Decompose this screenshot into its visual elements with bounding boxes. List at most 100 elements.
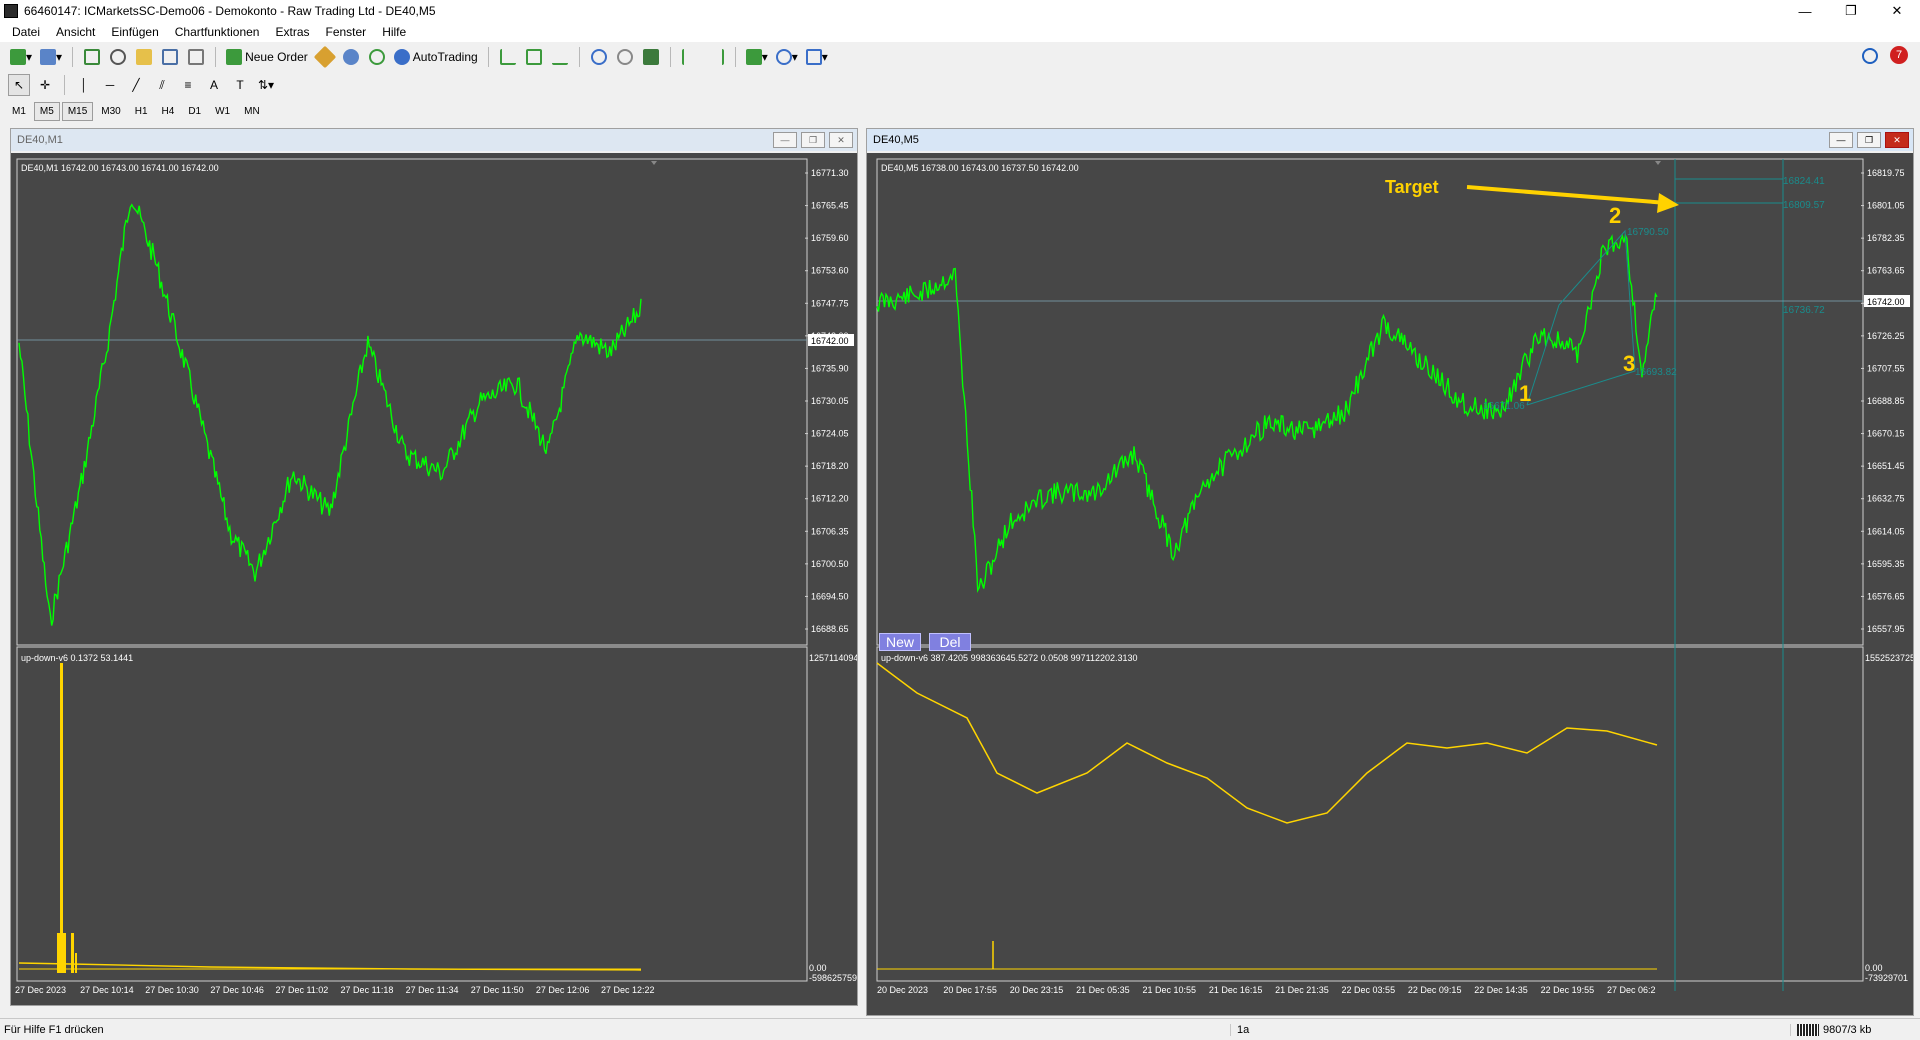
- new-chart-button[interactable]: ▾: [8, 46, 34, 68]
- menu-datei[interactable]: Datei: [4, 25, 48, 39]
- maximize-button[interactable]: ❐: [1828, 0, 1874, 22]
- status-bar: Für Hilfe F1 drücken 1a 9807/3 kb: [0, 1018, 1920, 1040]
- tf-m30[interactable]: M30: [95, 102, 126, 121]
- menu-ansicht[interactable]: Ansicht: [48, 25, 103, 39]
- text-label-tool[interactable]: T: [229, 74, 251, 96]
- tf-h1[interactable]: H1: [129, 102, 154, 121]
- status-help: Für Hilfe F1 drücken: [4, 1023, 104, 1036]
- app-icon: [4, 4, 18, 18]
- metaeditor-button[interactable]: [313, 45, 337, 69]
- time-label: 27 Dec 12:06: [536, 985, 590, 995]
- chart-canvas[interactable]: DE40,M1 16742.00 16743.00 16741.00 16742…: [11, 153, 857, 1005]
- minimize-button[interactable]: —: [773, 132, 797, 148]
- tf-w1[interactable]: W1: [209, 102, 236, 121]
- indicator-header: up-down-v6 0.1372 53.1441: [21, 653, 133, 663]
- price-tick: 16726.25: [1867, 331, 1905, 341]
- fibonacci-tool[interactable]: ≡: [177, 74, 199, 96]
- maximize-button[interactable]: ❐: [1857, 132, 1881, 148]
- crosshair-tool[interactable]: ✛: [34, 74, 56, 96]
- cursor-tool[interactable]: ↖: [8, 74, 30, 96]
- chart-window-left[interactable]: DE40,M1 — ❐ ✕ DE40,M1 16742.00 16743.00 …: [10, 128, 858, 1006]
- new-button[interactable]: New: [879, 633, 921, 651]
- time-label: 21 Dec 05:35: [1076, 985, 1130, 995]
- zoom-in-button[interactable]: [588, 46, 610, 68]
- autotrading-button[interactable]: AutoTrading: [392, 46, 480, 68]
- menu-chartfunktionen[interactable]: Chartfunktionen: [167, 25, 268, 39]
- price-tick: 16712.20: [811, 494, 849, 504]
- community-button[interactable]: [340, 46, 362, 68]
- menu-hilfe[interactable]: Hilfe: [374, 25, 414, 39]
- tf-m5[interactable]: M5: [33, 101, 60, 121]
- chart-window-caption: DE40,M1 — ❐ ✕: [11, 129, 857, 151]
- bar-chart-button[interactable]: [497, 46, 519, 68]
- candlestick-button[interactable]: [523, 46, 545, 68]
- signals-button[interactable]: [366, 46, 388, 68]
- tile-windows-button[interactable]: [640, 46, 662, 68]
- menu-einfuegen[interactable]: Einfügen: [103, 25, 166, 39]
- price-tick: 16632.75: [1867, 494, 1905, 504]
- time-label: 22 Dec 19:55: [1541, 985, 1595, 995]
- templates-button[interactable]: ▾: [804, 46, 830, 68]
- minimize-button[interactable]: —: [1829, 132, 1853, 148]
- connection-bars-icon: [1797, 1023, 1819, 1036]
- arrows-tool[interactable]: ⇅▾: [255, 74, 277, 96]
- maximize-button[interactable]: ❐: [801, 132, 825, 148]
- price-tick: 16557.95: [1867, 624, 1905, 634]
- indicators-button[interactable]: ▾: [744, 46, 770, 68]
- horizontal-line-tool[interactable]: ─: [99, 74, 121, 96]
- chart-window-title: DE40,M1: [17, 134, 63, 146]
- chart-window-caption: DE40,M5 — ❐ ✕: [867, 129, 1913, 151]
- price-tick: 16819.75: [1867, 168, 1905, 178]
- close-button[interactable]: ✕: [829, 132, 853, 148]
- new-order-button[interactable]: Neue Order: [224, 46, 310, 68]
- zoom-out-button[interactable]: [614, 46, 636, 68]
- status-traffic: 9807/3 kb: [1790, 1023, 1871, 1036]
- navigator-button[interactable]: [133, 46, 155, 68]
- indicator-tick-bottom: -73929701: [1865, 973, 1908, 983]
- tf-h4[interactable]: H4: [156, 102, 181, 121]
- strategy-tester-button[interactable]: [185, 46, 207, 68]
- notifications-badge[interactable]: 7: [1890, 46, 1908, 64]
- price-tick: 16771.30: [811, 168, 849, 178]
- chart-shift-button[interactable]: [705, 46, 727, 68]
- minimize-button[interactable]: —: [1782, 0, 1828, 22]
- text-tool[interactable]: A: [203, 74, 225, 96]
- chart-canvas[interactable]: DE40,M5 16738.00 16743.00 16737.50 16742…: [867, 153, 1913, 1015]
- tf-m1[interactable]: M1: [6, 102, 32, 121]
- tf-d1[interactable]: D1: [182, 102, 207, 121]
- close-button[interactable]: ✕: [1885, 132, 1909, 148]
- price-tick: 16801.05: [1867, 201, 1905, 211]
- clock-icon: [775, 49, 792, 65]
- status-profile: 1a: [1230, 1023, 1790, 1036]
- del-button[interactable]: Del: [929, 633, 971, 651]
- periods-button[interactable]: ▾: [774, 46, 800, 68]
- pattern-price-2: 16809.57: [1783, 200, 1825, 211]
- signal-icon: [368, 49, 385, 65]
- vertical-line-tool[interactable]: │: [73, 74, 95, 96]
- tf-m15[interactable]: M15: [61, 101, 94, 121]
- time-label: 27 Dec 2023: [15, 985, 66, 995]
- chart-window-right[interactable]: DE40,M5 — ❐ ✕ DE40,M5 16738.00 16743.00 …: [866, 128, 1914, 1016]
- crosshair-icon: [110, 49, 127, 65]
- data-window-button[interactable]: [107, 46, 129, 68]
- price-tick: 16688.65: [811, 624, 849, 634]
- indicator-tick-zero: 0.00: [809, 963, 827, 973]
- search-icon[interactable]: [1862, 48, 1878, 64]
- auto-scroll-button[interactable]: [679, 46, 701, 68]
- close-button[interactable]: ✕: [1874, 0, 1920, 22]
- tf-mn[interactable]: MN: [238, 102, 266, 121]
- menu-extras[interactable]: Extras: [267, 25, 317, 39]
- folder-star-icon: [136, 49, 153, 65]
- price-tick: 16688.85: [1867, 396, 1905, 406]
- menu-fenster[interactable]: Fenster: [318, 25, 375, 39]
- line-chart-button[interactable]: [549, 46, 571, 68]
- drawing-toolbar: ↖ ✛ │ ─ ╱ ⫽ ≡ A T ⇅▾: [0, 72, 277, 98]
- terminal-button[interactable]: [159, 46, 181, 68]
- trendline-tool[interactable]: ╱: [125, 74, 147, 96]
- equidistant-channel-tool[interactable]: ⫽: [151, 74, 173, 96]
- profiles-button[interactable]: ▾: [38, 46, 64, 68]
- price-tick: 16614.05: [1867, 526, 1905, 536]
- time-label: 21 Dec 16:15: [1209, 985, 1263, 995]
- market-watch-button[interactable]: [81, 46, 103, 68]
- time-label: 27 Dec 11:18: [341, 985, 394, 995]
